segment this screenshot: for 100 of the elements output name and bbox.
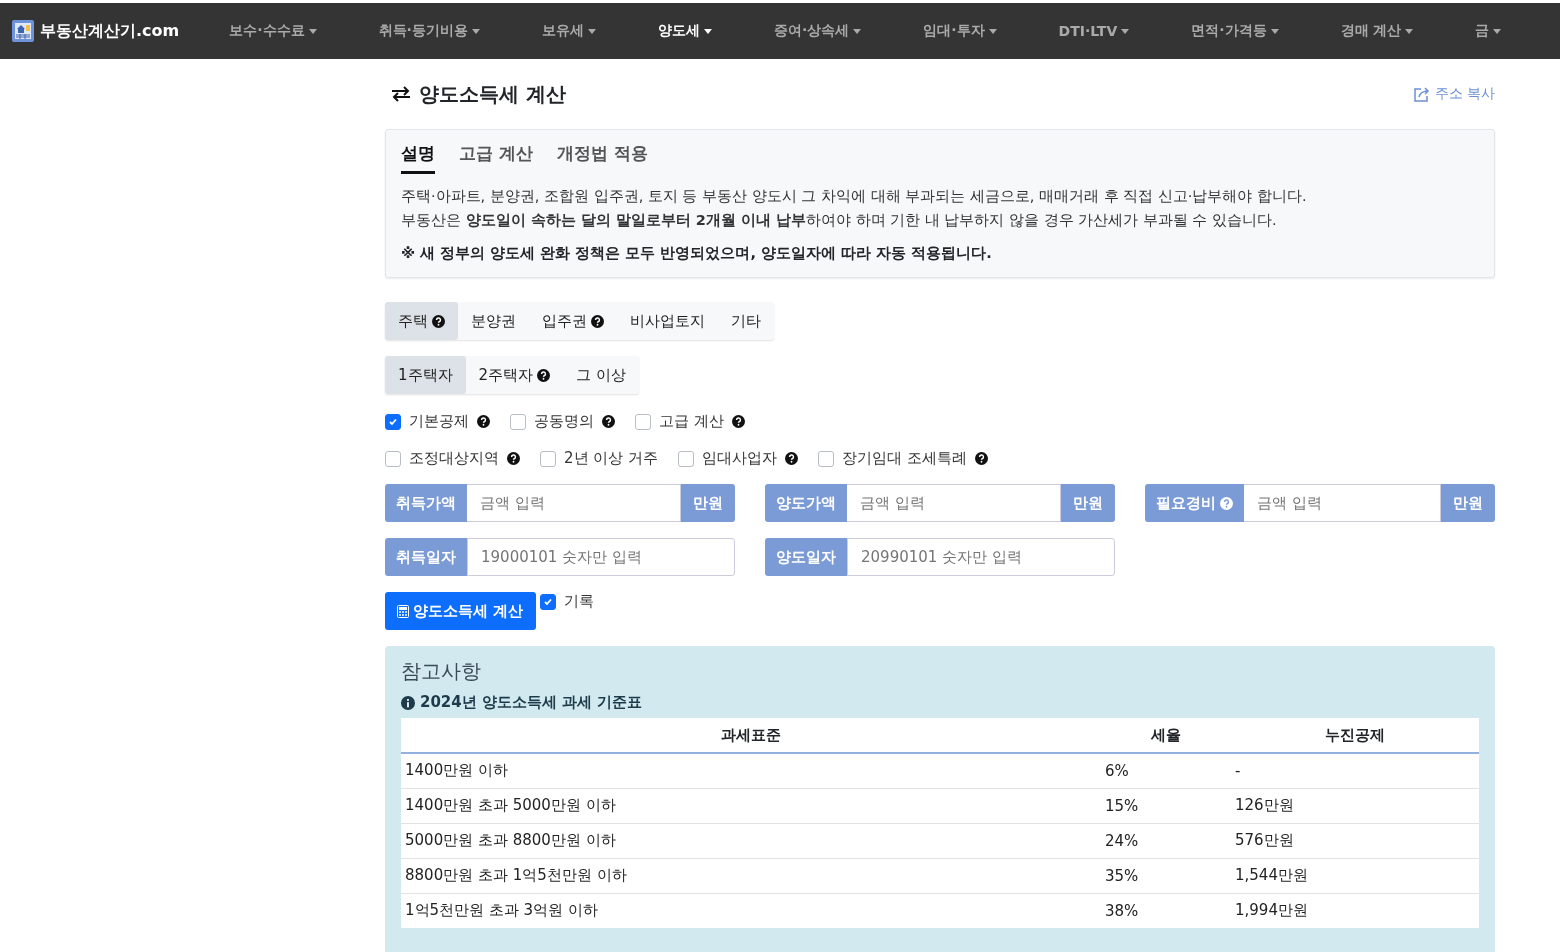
checkbox-label: 공동명의 <box>534 412 594 431</box>
nav-menu-item[interactable]: 면적·가격등 <box>1191 22 1279 40</box>
nav-menu-item[interactable]: 취득·등기비용 <box>378 22 480 40</box>
checkbox-option[interactable]: 2년 이상 거주 <box>540 449 659 468</box>
input-field[interactable]: 19000101 숫자만 입력 <box>467 538 735 576</box>
input-field[interactable]: 금액 입력 <box>847 484 1061 522</box>
caret-icon <box>471 28 480 34</box>
brand-link[interactable]: 부동산계산기.com <box>12 20 180 42</box>
check-icon <box>388 416 398 427</box>
help-icon <box>1220 496 1233 510</box>
help-icon <box>591 314 604 328</box>
caret-icon <box>1493 28 1502 34</box>
property-type-option[interactable]: 분양권 <box>458 302 529 340</box>
input-field[interactable]: 금액 입력 <box>467 484 681 522</box>
table-cell: 1억5천만원 초과 3억원 이하 <box>401 893 1101 928</box>
property-type-option[interactable]: 주택 <box>385 302 458 340</box>
description-text: 주택·아파트, 분양권, 조합원 입주권, 토지 등 부동산 양도시 그 차익에 대해 부과되는 세금으로, 매매거래 후 직접 신고·납부해야 합니다. <box>401 187 1308 206</box>
caret-icon <box>988 28 997 34</box>
checkbox-label: 임대사업자 <box>702 449 778 468</box>
table-cell: 1400만원 초과 5000만원 이하 <box>401 788 1101 823</box>
table-cell: 38% <box>1101 893 1231 928</box>
checkbox-option[interactable]: 조정대상지역 <box>385 449 520 468</box>
house-count-option[interactable]: 그 이상 <box>563 356 639 394</box>
property-type-option[interactable]: 입주권 <box>529 302 617 340</box>
field-label: 양도가액 <box>765 484 847 522</box>
table-cell: 15% <box>1101 788 1231 823</box>
help-icon <box>477 415 490 428</box>
house-count-option[interactable]: 1주택자 <box>385 356 466 394</box>
nav-menu-item[interactable]: 양도세 <box>657 22 712 40</box>
checkbox[interactable] <box>385 450 401 467</box>
calculate-button[interactable]: 양도소득세 계산 <box>385 592 537 630</box>
help-icon <box>785 452 799 465</box>
page-title: 양도소득세 계산 <box>391 80 566 108</box>
checkbox-label: 기본공제 <box>409 412 469 431</box>
nav-menu-item[interactable]: 임대·투자 <box>923 22 997 40</box>
checkbox-option[interactable]: 장기임대 조세특례 <box>818 449 988 468</box>
house-count-option[interactable]: 2주택자 <box>465 356 564 394</box>
info-tab[interactable]: 개정법 적용 <box>556 138 648 174</box>
check-icon <box>543 596 554 607</box>
checkbox[interactable] <box>540 593 557 610</box>
nav-menu-item[interactable]: 경매 계산 <box>1340 22 1414 40</box>
checkbox-label: 장기임대 조세특례 <box>842 449 967 468</box>
checkbox[interactable] <box>818 450 835 467</box>
table-cell: 35% <box>1101 858 1231 893</box>
info-tab[interactable]: 설명 <box>401 138 435 174</box>
caret-icon <box>853 28 862 34</box>
help-icon <box>507 452 520 465</box>
help-icon <box>537 368 551 382</box>
table-cell: 1,544만원 <box>1231 858 1479 893</box>
help-icon <box>432 314 445 328</box>
caret-icon <box>1405 28 1414 34</box>
checkbox-option[interactable]: 공동명의 <box>510 412 615 431</box>
checkbox-option[interactable]: 고급 계산 <box>635 412 745 431</box>
nav-menu-item[interactable]: 금 <box>1475 22 1502 40</box>
column-header: 과세표준 <box>401 718 1101 753</box>
field-label: 양도일자 <box>765 538 847 576</box>
table-cell: 126만원 <box>1231 788 1479 823</box>
swap-arrows-icon <box>391 86 411 102</box>
caret-icon <box>1121 28 1130 34</box>
table-caption: 2024년 양도소득세 과세 기준표 <box>420 693 643 712</box>
table-cell: 8800만원 초과 1억5천만원 이하 <box>401 858 1101 893</box>
field-label: 필요경비 <box>1145 484 1244 522</box>
nav-menu-item[interactable]: 증여·상속세 <box>773 22 862 40</box>
unit-label: 만원 <box>1061 484 1115 522</box>
input-field[interactable]: 금액 입력 <box>1244 484 1441 522</box>
reference-title: 참고사항 <box>401 658 482 685</box>
table-cell: 576만원 <box>1231 823 1479 858</box>
nav-menu-item[interactable]: 보수·수수료 <box>229 22 317 40</box>
checkbox-label: 기록 <box>564 592 595 611</box>
notice-text: ※ 새 정부의 양도세 완화 정책은 모두 반영되었으며, 양도일자에 따라 자동 적용됩니다. <box>401 244 993 263</box>
caret-icon <box>1270 28 1279 34</box>
input-field[interactable]: 20990101 숫자만 입력 <box>847 538 1115 576</box>
table-cell: 1400만원 이하 <box>401 753 1101 788</box>
checkbox-label: 조정대상지역 <box>409 449 499 468</box>
table-cell: 5000만원 초과 8800만원 이하 <box>401 823 1101 858</box>
checkbox[interactable] <box>510 413 526 430</box>
checkbox[interactable] <box>385 413 401 430</box>
field-label: 취득가액 <box>385 484 467 522</box>
nav-menu-item[interactable]: DTI·LTV <box>1058 23 1130 39</box>
nav-menu-item[interactable]: 보유세 <box>541 22 596 40</box>
checkbox-option[interactable]: 임대사업자 <box>678 449 799 468</box>
checkbox[interactable] <box>540 450 556 467</box>
caret-icon <box>587 28 596 34</box>
property-type-option[interactable]: 기타 <box>718 302 774 340</box>
property-type-option[interactable]: 비사업토지 <box>617 302 718 340</box>
info-tab[interactable]: 고급 계산 <box>459 138 533 174</box>
checkbox-label: 2년 이상 거주 <box>564 449 659 468</box>
column-header: 세율 <box>1101 718 1231 753</box>
checkbox[interactable] <box>678 450 695 467</box>
checkbox-label: 고급 계산 <box>659 412 724 431</box>
checkbox-option[interactable]: 기본공제 <box>385 412 490 431</box>
table-cell: 1,994만원 <box>1231 893 1479 928</box>
calculator-icon <box>397 604 409 618</box>
info-icon <box>401 695 415 710</box>
caret-icon <box>703 28 712 34</box>
unit-label: 만원 <box>1441 484 1495 522</box>
help-icon <box>974 452 988 465</box>
checkbox[interactable] <box>635 413 651 430</box>
help-icon <box>602 415 615 428</box>
calculator-icon <box>12 20 34 42</box>
